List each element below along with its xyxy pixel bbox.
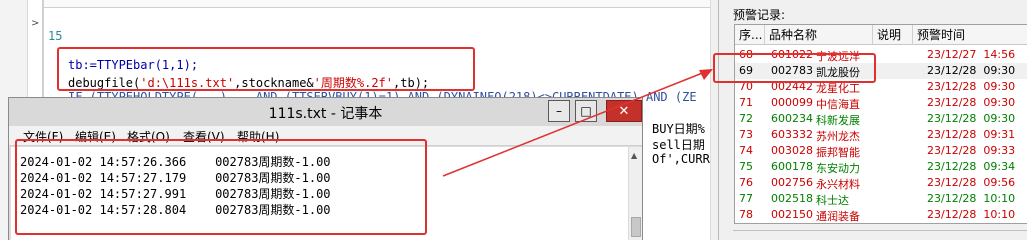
red-arrow-icon [442, 69, 713, 177]
